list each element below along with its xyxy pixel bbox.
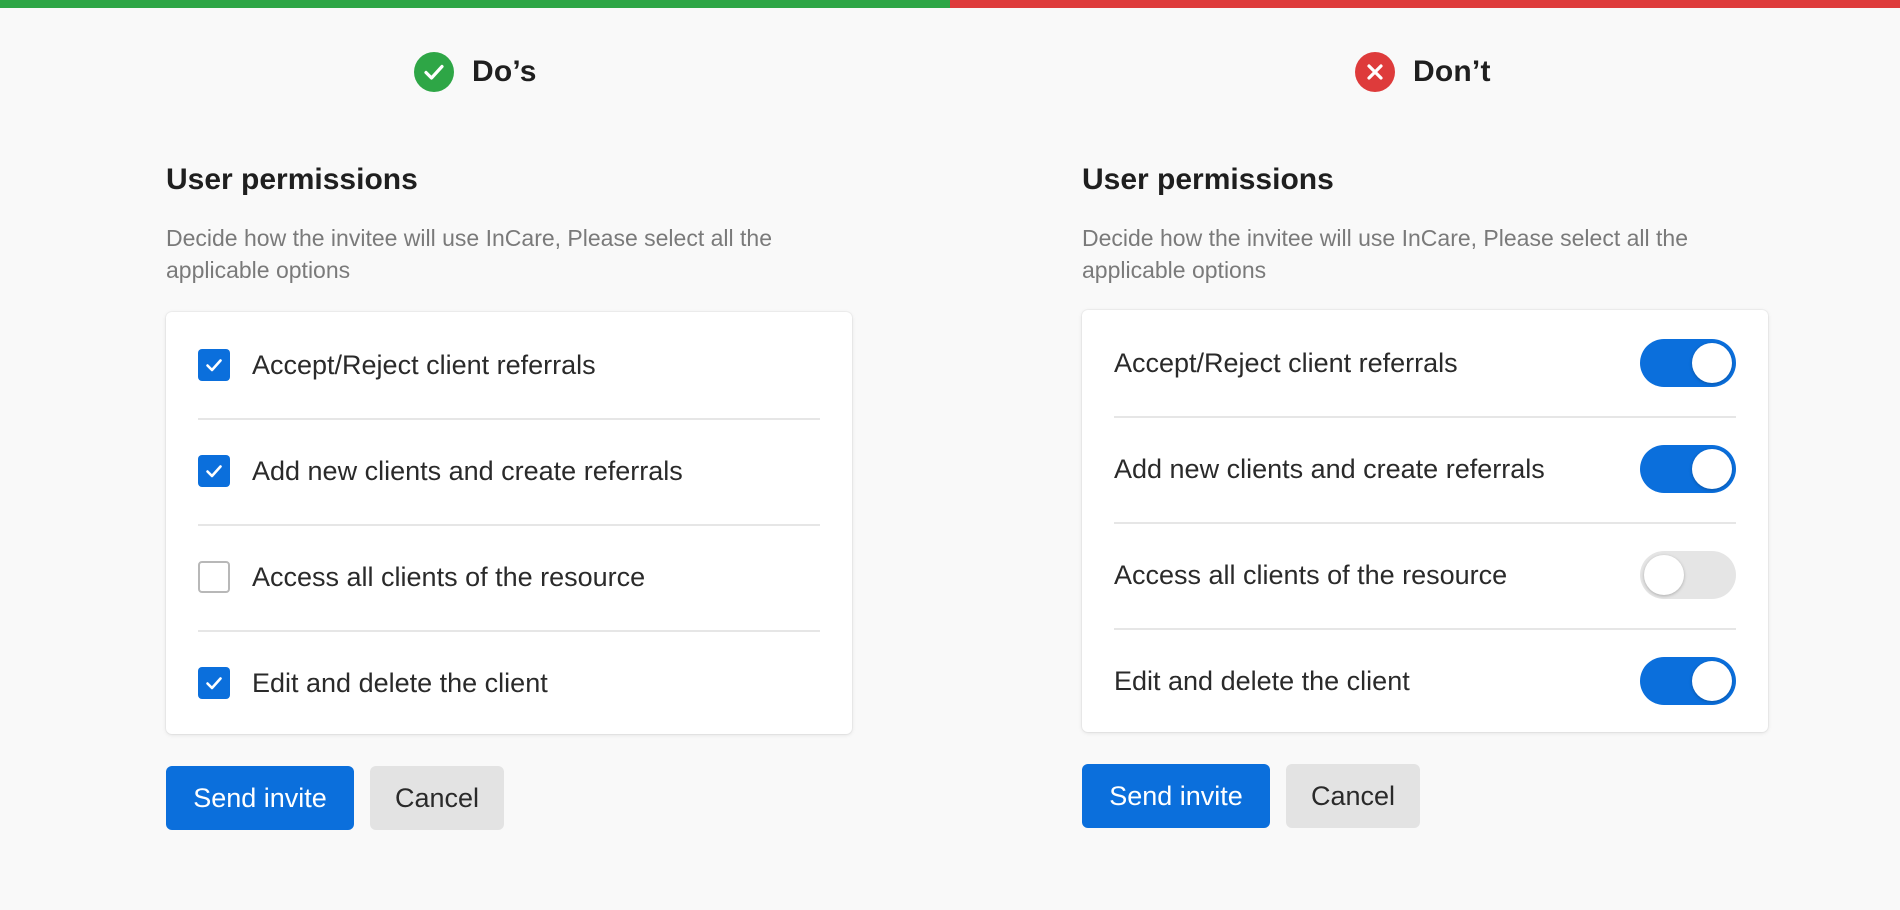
permission-label: Add new clients and create referrals [1114,453,1545,484]
permission-label: Accept/Reject client referrals [252,349,596,380]
permission-row: Access all clients of the resource [1114,522,1736,630]
permission-label: Add new clients and create referrals [252,455,683,486]
donts-heading: Don’t [1355,52,1491,92]
toggle-knob [1692,661,1732,701]
permission-label: Edit and delete the client [1114,665,1410,696]
toggle-switch[interactable] [1640,339,1736,387]
checkbox[interactable] [198,667,230,699]
toggle-knob [1692,343,1732,383]
section-description: Decide how the invitee will use InCare, … [166,225,772,283]
checkbox[interactable] [198,349,230,381]
form-actions: Send invite Cancel [1082,764,1420,828]
permissions-card: Accept/Reject client referrals Add new c… [1082,310,1768,732]
cancel-button[interactable]: Cancel [1286,764,1420,828]
permission-row: Add new clients and create referrals [1114,416,1736,524]
checkbox[interactable] [198,561,230,593]
permission-row[interactable]: Access all clients of the resource [198,524,820,632]
toggle-switch[interactable] [1640,657,1736,705]
section-description: Decide how the invitee will use InCare, … [1082,225,1688,283]
section-title: User permissions [166,163,418,196]
permission-row[interactable]: Accept/Reject client referrals [198,312,820,420]
toggle-knob [1644,555,1684,595]
checkbox[interactable] [198,455,230,487]
permission-row: Accept/Reject client referrals [1114,310,1736,418]
toggle-switch[interactable] [1640,551,1736,599]
permission-label: Access all clients of the resource [1114,559,1508,590]
send-invite-button[interactable]: Send invite [1082,764,1270,828]
do-accent-bar [0,0,950,8]
permission-row[interactable]: Edit and delete the client [198,630,820,736]
toggle-switch[interactable] [1640,445,1736,493]
top-color-bar [0,0,1900,8]
send-invite-button[interactable]: Send invite [166,766,354,830]
dont-accent-bar [950,0,1900,8]
permission-label: Access all clients of the resource [252,561,646,592]
permission-label: Accept/Reject client referrals [1114,347,1458,378]
section-title: User permissions [1082,163,1334,196]
check-circle-icon [414,52,454,92]
form-actions: Send invite Cancel [166,766,504,830]
dos-heading: Do’s [414,52,537,92]
permissions-card: Accept/Reject client referrals Add new c… [166,312,852,734]
x-circle-icon [1355,52,1395,92]
permission-label: Edit and delete the client [252,667,548,698]
toggle-knob [1692,449,1732,489]
permission-row[interactable]: Add new clients and create referrals [198,418,820,526]
permission-row: Edit and delete the client [1114,628,1736,734]
cancel-button[interactable]: Cancel [370,766,504,830]
dos-heading-label: Do’s [472,55,537,88]
donts-heading-label: Don’t [1413,55,1491,88]
